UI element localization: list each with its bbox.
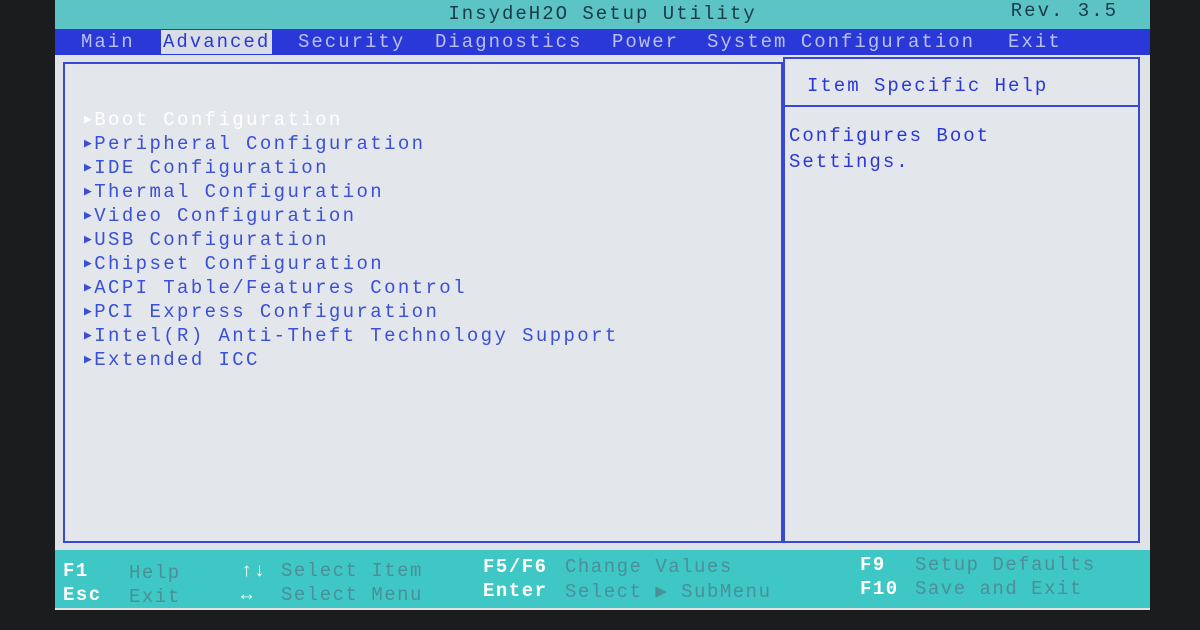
- menu-item[interactable]: ▶PCI Express Configuration: [84, 300, 619, 324]
- tab-security[interactable]: Security: [296, 30, 407, 54]
- menu-item-label: USB Configuration: [94, 229, 329, 251]
- help-divider: [785, 105, 1138, 107]
- menu-item-label: Boot Configuration: [94, 109, 343, 131]
- key-enter: Enter: [483, 580, 548, 602]
- menu-item[interactable]: ▶Boot Configuration: [84, 108, 619, 132]
- menu-item[interactable]: ▶IDE Configuration: [84, 156, 619, 180]
- submenu-arrow-icon: ▶: [84, 208, 95, 223]
- menu-item-label: Extended ICC: [94, 349, 260, 371]
- bios-screen: InsydeH2O Setup Utility Rev. 3.5 Main Ad…: [55, 0, 1150, 610]
- key-legend-bar: F1 Help Esc Exit ↑↓ Select Item ↔ Select…: [55, 550, 1150, 608]
- menu-item[interactable]: ▶Chipset Configuration: [84, 252, 619, 276]
- key-f5-f6-desc: Change Values: [565, 556, 733, 578]
- submenu-arrow-icon: ▶: [84, 232, 95, 247]
- key-f10-desc: Save and Exit: [915, 578, 1083, 600]
- key-enter-desc: Select ▶ SubMenu: [565, 581, 772, 603]
- tab-system-configuration[interactable]: System Configuration: [705, 30, 977, 54]
- app-title: InsydeH2O Setup Utility: [448, 3, 757, 25]
- menu-item-label: ACPI Table/Features Control: [94, 277, 467, 299]
- submenu-arrow-icon: ▶: [84, 160, 95, 175]
- key-esc: Esc: [63, 584, 102, 606]
- key-f9: F9: [860, 554, 886, 576]
- revision-label: Rev. 3.5: [1010, 0, 1118, 22]
- menu-item-label: Chipset Configuration: [94, 253, 385, 275]
- menu-item-label: IDE Configuration: [94, 157, 329, 179]
- menu-item-label: Thermal Configuration: [94, 181, 385, 203]
- menu-item[interactable]: ▶ACPI Table/Features Control: [84, 276, 619, 300]
- submenu-arrow-icon: ▶: [84, 304, 95, 319]
- key-f1: F1: [63, 560, 89, 582]
- menu-panel: ▶Boot Configuration ▶Peripheral Configura…: [63, 62, 783, 543]
- submenu-arrow-icon: ▶: [84, 184, 95, 199]
- submenu-arrow-icon: ▶: [84, 256, 95, 271]
- menu-item[interactable]: ▶Extended ICC: [84, 348, 619, 372]
- key-left-right-arrows: ↔: [241, 584, 254, 606]
- tab-bar: Main Advanced Security Diagnostics Power…: [55, 29, 1150, 55]
- menu-item-label: Peripheral Configuration: [94, 133, 426, 155]
- menu-item[interactable]: ▶Intel(R) Anti-Theft Technology Support: [84, 324, 619, 348]
- key-f10: F10: [860, 578, 899, 600]
- tab-main[interactable]: Main: [79, 30, 137, 54]
- tab-power[interactable]: Power: [610, 30, 681, 54]
- help-title: Item Specific Help: [807, 75, 1049, 97]
- menu-item-label: Intel(R) Anti-Theft Technology Support: [94, 325, 619, 347]
- menu-item[interactable]: ▶Thermal Configuration: [84, 180, 619, 204]
- submenu-arrow-icon: ▶: [84, 136, 95, 151]
- title-bar: InsydeH2O Setup Utility Rev. 3.5: [55, 0, 1150, 29]
- submenu-arrow-icon: ▶: [84, 280, 95, 295]
- key-f1-desc: Help: [129, 562, 181, 584]
- menu-list: ▶Boot Configuration ▶Peripheral Configura…: [84, 108, 619, 372]
- submenu-arrow-icon: ▶: [84, 352, 95, 367]
- menu-item-label: PCI Express Configuration: [94, 301, 440, 323]
- tab-advanced[interactable]: Advanced: [161, 30, 273, 54]
- key-left-right-desc: Select Menu: [281, 584, 423, 606]
- key-up-down-desc: Select Item: [281, 560, 423, 582]
- help-panel: Item Specific Help Configures Boot Setti…: [783, 57, 1140, 543]
- key-f9-desc: Setup Defaults: [915, 554, 1096, 576]
- submenu-arrow-icon: ▶: [84, 112, 95, 127]
- tab-diagnostics[interactable]: Diagnostics: [433, 30, 584, 54]
- menu-item[interactable]: ▶USB Configuration: [84, 228, 619, 252]
- menu-item[interactable]: ▶Peripheral Configuration: [84, 132, 619, 156]
- key-f5-f6: F5/F6: [483, 556, 548, 578]
- key-up-down-arrows: ↑↓: [241, 560, 267, 582]
- menu-item-label: Video Configuration: [94, 205, 357, 227]
- help-text: Configures Boot Settings.: [789, 125, 991, 173]
- submenu-arrow-icon: ▶: [84, 328, 95, 343]
- menu-item[interactable]: ▶Video Configuration: [84, 204, 619, 228]
- tab-exit[interactable]: Exit: [1006, 30, 1064, 54]
- key-esc-desc: Exit: [129, 586, 181, 608]
